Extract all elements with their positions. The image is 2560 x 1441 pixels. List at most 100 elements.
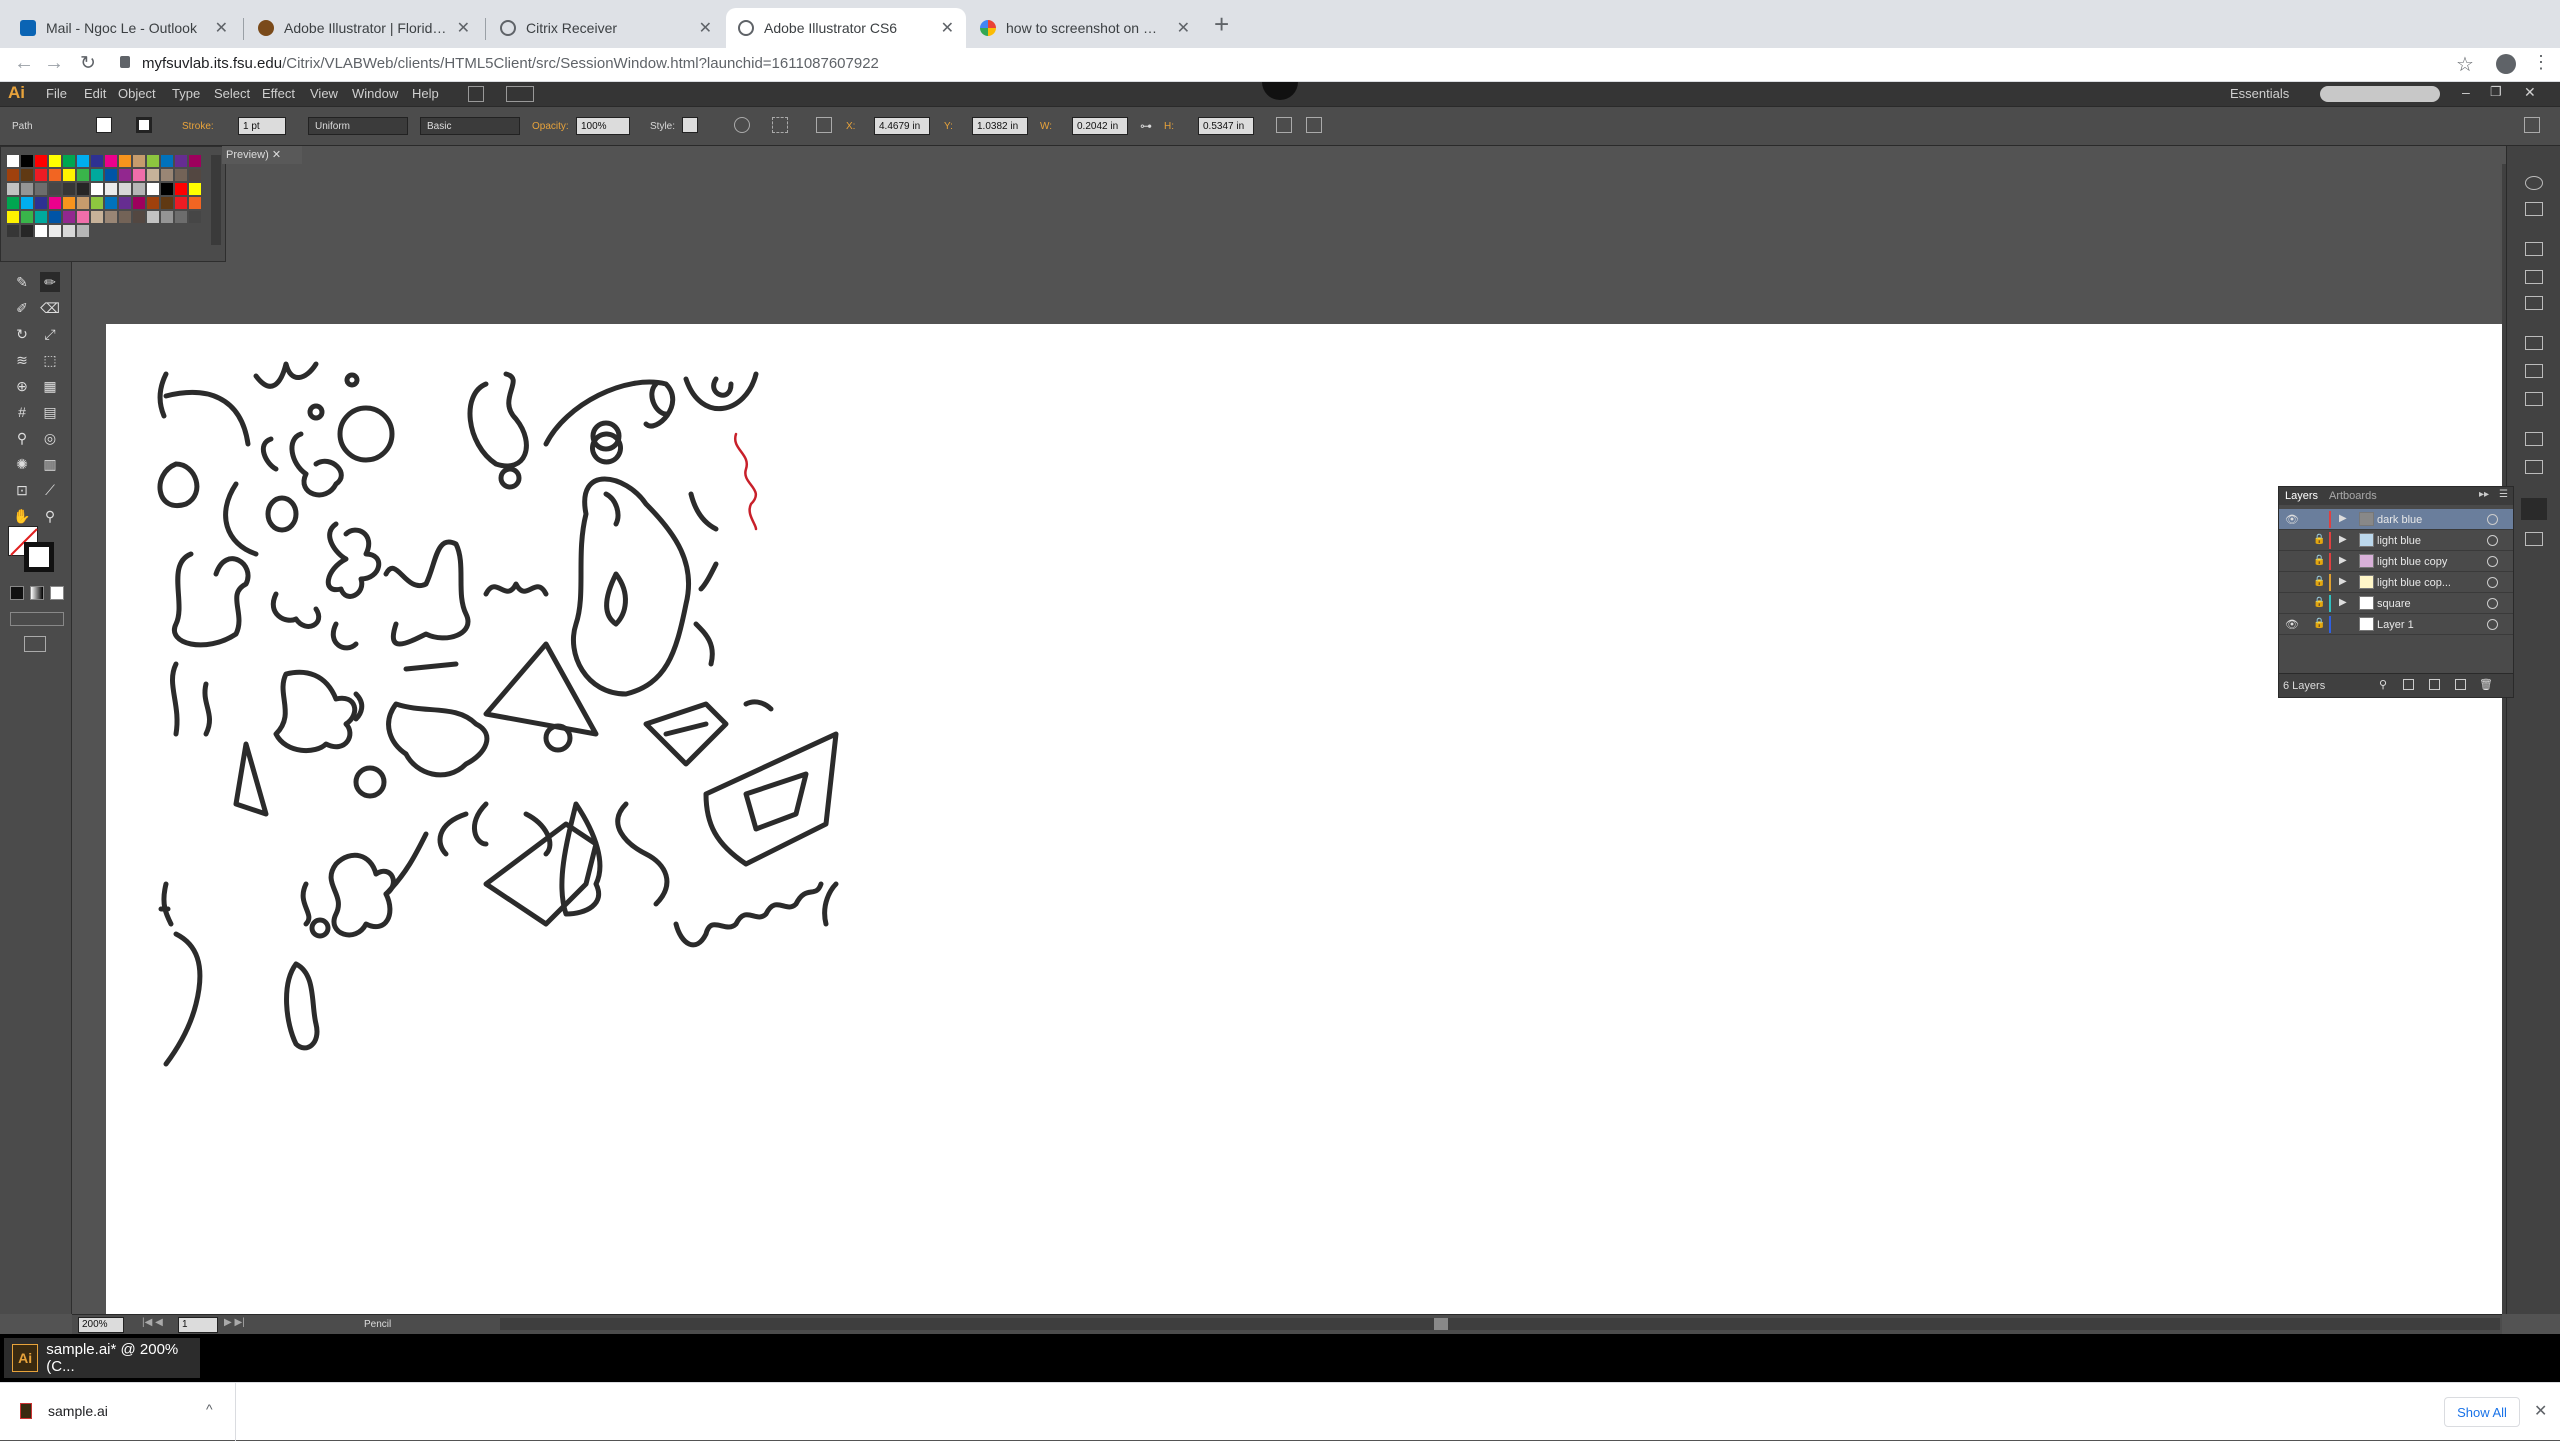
- lock-icon[interactable]: 🔒: [2313, 597, 2325, 608]
- target-icon[interactable]: [2487, 535, 2498, 546]
- color-swatch[interactable]: [189, 155, 201, 167]
- color-swatch[interactable]: [35, 169, 47, 181]
- color-swatch[interactable]: [119, 197, 131, 209]
- expand-arrow-icon[interactable]: ▶: [2339, 534, 2347, 545]
- variable-width-profile[interactable]: Uniform: [308, 117, 408, 135]
- color-swatch[interactable]: [161, 183, 173, 195]
- target-icon[interactable]: [2487, 556, 2498, 567]
- tab-illustrator-cs6[interactable]: Adobe Illustrator CS6 ✕: [726, 8, 966, 48]
- blob-brush-tool-icon[interactable]: ✐: [12, 298, 32, 318]
- color-swatch[interactable]: [7, 197, 19, 209]
- drawing-modes-icon[interactable]: [10, 612, 64, 626]
- bookmark-star-icon[interactable]: ☆: [2456, 52, 2474, 77]
- color-swatch[interactable]: [63, 225, 75, 237]
- perspective-grid-tool-icon[interactable]: ▦: [40, 376, 60, 396]
- clipping-mask-icon[interactable]: [2403, 679, 2414, 690]
- artboards-icon[interactable]: [2525, 532, 2543, 546]
- layer-row-light-blue-copy[interactable]: 🔒 ▶ light blue copy: [2279, 551, 2513, 572]
- color-swatch[interactable]: [91, 197, 103, 209]
- new-layer-icon[interactable]: [2455, 679, 2466, 690]
- graphic-style-swatch[interactable]: [682, 117, 698, 133]
- browser-menu-icon[interactable]: ⋮: [2532, 52, 2550, 73]
- color-swatch[interactable]: [133, 155, 145, 167]
- document-tab[interactable]: Preview) ✕: [222, 146, 302, 164]
- url-field[interactable]: myfsuvlab.its.fsu.edu/Citrix/VLABWeb/cli…: [142, 55, 879, 72]
- lock-icon[interactable]: 🔒: [2313, 576, 2325, 587]
- appearance-icon[interactable]: [2525, 432, 2543, 446]
- expand-arrow-icon[interactable]: ▶: [2339, 555, 2347, 566]
- color-swatch[interactable]: [77, 211, 89, 223]
- tab-citrix[interactable]: Citrix Receiver ✕: [488, 8, 724, 48]
- back-icon[interactable]: ←: [14, 52, 34, 75]
- zoom-tool-icon[interactable]: ⚲: [40, 506, 60, 526]
- menu-type[interactable]: Type: [172, 86, 200, 101]
- color-swatch[interactable]: [49, 211, 61, 223]
- profile-avatar-icon[interactable]: [2496, 54, 2516, 74]
- color-swatch[interactable]: [35, 211, 47, 223]
- panel-menu-icon[interactable]: [2524, 117, 2540, 133]
- tab-google-search[interactable]: how to screenshot on mac - Go ✕: [968, 8, 1202, 48]
- isolate-icon[interactable]: [1306, 117, 1322, 133]
- tab-outlook[interactable]: Mail - Ngoc Le - Outlook ✕: [8, 8, 240, 48]
- screen-mode-icon[interactable]: [24, 636, 46, 652]
- color-swatch[interactable]: [35, 225, 47, 237]
- color-swatch[interactable]: [147, 155, 159, 167]
- target-icon[interactable]: [2487, 598, 2498, 609]
- color-swatch[interactable]: [119, 183, 131, 195]
- scale-tool-icon[interactable]: ⤢: [40, 324, 60, 344]
- stroke-swatch-icon[interactable]: [24, 542, 54, 572]
- color-swatch[interactable]: [105, 197, 117, 209]
- constrain-proportions-icon[interactable]: ⊶: [1140, 119, 1152, 133]
- color-swatch[interactable]: [49, 183, 61, 195]
- recolor-artwork-icon[interactable]: [734, 117, 750, 133]
- color-icon[interactable]: [2525, 202, 2543, 216]
- symbols-icon[interactable]: [2525, 296, 2543, 310]
- workspace-switcher[interactable]: Essentials: [2230, 86, 2289, 101]
- visibility-eye-icon[interactable]: 👁: [2285, 513, 2299, 526]
- layer-row-light-blue[interactable]: 🔒 ▶ light blue: [2279, 530, 2513, 551]
- swatch-grid[interactable]: [7, 155, 217, 255]
- new-sublayer-icon[interactable]: [2429, 679, 2440, 690]
- color-swatch[interactable]: [7, 225, 19, 237]
- close-icon[interactable]: ✕: [699, 18, 712, 38]
- transparency-icon[interactable]: [2525, 392, 2543, 406]
- color-swatch[interactable]: [91, 155, 103, 167]
- y-field[interactable]: 1.0382 in: [972, 117, 1028, 135]
- reload-icon[interactable]: ↻: [80, 52, 96, 75]
- color-swatch[interactable]: [35, 197, 47, 209]
- tab-fsu-illustrator[interactable]: Adobe Illustrator | Florida State ✕: [246, 8, 482, 48]
- menu-view[interactable]: View: [310, 86, 338, 101]
- color-mode-icon[interactable]: [10, 586, 24, 600]
- lock-icon[interactable]: 🔒: [2313, 618, 2325, 629]
- color-swatch[interactable]: [189, 183, 201, 195]
- color-swatch[interactable]: [7, 155, 19, 167]
- stroke-label[interactable]: Stroke:: [182, 121, 214, 132]
- color-swatch[interactable]: [133, 169, 145, 181]
- color-swatch[interactable]: [105, 183, 117, 195]
- color-guide-icon[interactable]: [2525, 176, 2543, 190]
- gradient-mode-icon[interactable]: [30, 586, 44, 600]
- color-swatch[interactable]: [77, 183, 89, 195]
- citrix-toolbar-handle[interactable]: [1262, 82, 1298, 100]
- none-mode-icon[interactable]: [50, 586, 64, 600]
- color-swatch[interactable]: [21, 169, 33, 181]
- color-swatch[interactable]: [77, 155, 89, 167]
- color-swatch[interactable]: [147, 169, 159, 181]
- color-swatch[interactable]: [133, 197, 145, 209]
- close-icon[interactable]: ✕: [272, 149, 281, 161]
- color-swatch[interactable]: [7, 211, 19, 223]
- color-swatch[interactable]: [35, 183, 47, 195]
- download-item[interactable]: sample.ai ^: [0, 1383, 236, 1441]
- reference-point-icon[interactable]: [816, 117, 832, 133]
- stroke-color-icon[interactable]: [136, 117, 152, 133]
- menu-object[interactable]: Object: [118, 86, 156, 101]
- color-swatch[interactable]: [7, 169, 19, 181]
- color-swatch[interactable]: [189, 197, 201, 209]
- color-swatch[interactable]: [63, 155, 75, 167]
- w-field[interactable]: 0.2042 in: [1072, 117, 1128, 135]
- close-icon[interactable]: ✕: [457, 18, 470, 38]
- hand-tool-icon[interactable]: ✋: [12, 506, 32, 526]
- color-swatch[interactable]: [7, 183, 19, 195]
- target-icon[interactable]: [2487, 514, 2498, 525]
- color-swatch[interactable]: [49, 169, 61, 181]
